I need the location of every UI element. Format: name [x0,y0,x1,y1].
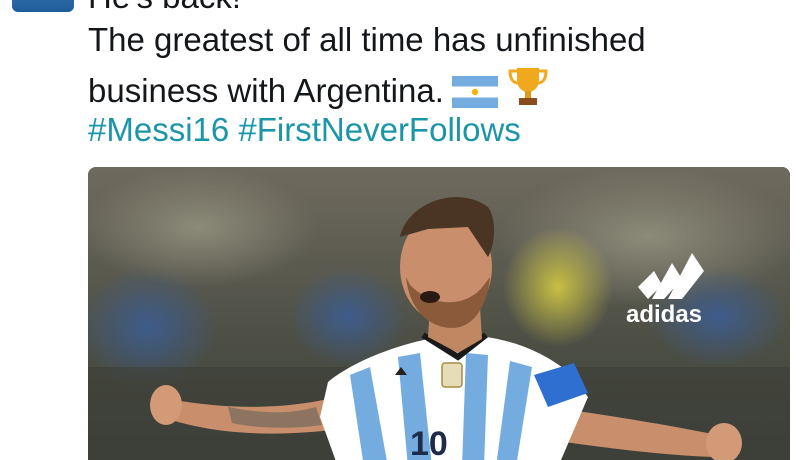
avatar[interactable] [12,0,74,12]
tweet-text-line-1: The greatest of all time has unfinished [88,21,646,58]
tweet-media-photo[interactable]: 10 adidas [88,167,790,460]
photo-illustration: 10 adidas [88,167,790,460]
tweet-text-line-2-content: business with Argentina. [88,72,444,109]
hashtag-link-messi16[interactable]: #Messi16 [88,111,229,148]
jersey-number: 10 [410,425,448,460]
hashtag-row: #Messi16 #FirstNeverFollows [88,106,521,154]
tweet-text: The greatest of all time has unfinished … [88,16,788,112]
adidas-wordmark: adidas [626,301,702,328]
hashtag-link-firstneverfollows[interactable]: #FirstNeverFollows [238,111,520,148]
tweet-text-line-2: business with Argentina. [88,64,788,112]
tweet-card: He's back! The greatest of all time has … [0,0,800,460]
tweet-partial-line: He's back! [88,0,241,16]
